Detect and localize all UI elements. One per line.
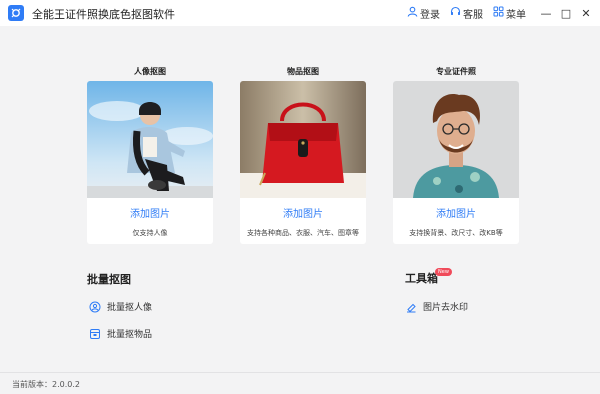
id-photo-add-image-button[interactable]: 添加图片 [393,205,519,220]
eraser-icon [405,301,417,313]
batch-object-button[interactable]: 批量抠物品 [89,327,152,340]
close-button[interactable]: ✕ [576,0,596,26]
headset-icon [450,6,463,20]
object-cutout-card[interactable]: 添加图片 支持各种商品、衣服、汽车、图章等 [240,81,366,244]
batch-object-label: 批量抠物品 [107,330,153,340]
portrait-cutout-card[interactable]: 添加图片 仅支持人像 [87,81,213,244]
service-button[interactable]: 客服 [450,6,483,21]
title-bar: 全能王证件照换底色抠图软件 登录 客服 菜单 — □ ✕ [0,0,600,26]
status-bar: 当前版本：2.0.0.2 [0,372,600,394]
remove-watermark-button[interactable]: 图片去水印 [405,300,468,313]
close-icon: ✕ [581,6,591,20]
user-icon [407,6,420,20]
maximize-button[interactable]: □ [556,0,576,26]
object-add-image-button[interactable]: 添加图片 [240,205,366,220]
red-handbag-photo [240,81,366,198]
version-text: 当前版本：2.0.0.2 [12,380,80,389]
portrait-cutout-heading: 人像抠图 [134,67,166,76]
minimize-button[interactable]: — [536,0,556,26]
box-icon [89,328,101,340]
object-cutout-heading: 物品抠图 [287,67,319,76]
menu-button[interactable]: 菜单 [493,6,526,21]
id-photo-card-description: 支持换背景、改尺寸、改KB等 [409,229,503,237]
id-photo-heading: 专业证件照 [436,67,476,76]
maximize-icon: □ [560,6,572,20]
app-title: 全能王证件照换底色抠图软件 [32,8,175,21]
titlebar-actions: 登录 客服 菜单 — □ ✕ [407,0,600,26]
remove-watermark-label: 图片去水印 [423,303,469,313]
app-logo-icon [8,5,24,21]
grid-icon [493,6,506,20]
batch-portrait-label: 批量抠人像 [107,303,153,313]
menu-label: 菜单 [506,9,526,21]
portrait-card-description: 仅支持人像 [132,229,168,237]
object-card-description: 支持各种商品、衣服、汽车、图章等 [247,229,359,237]
batch-cutout-title: 批量抠图 [87,273,131,286]
person-photo [87,81,213,198]
portrait-photo [393,81,519,198]
service-label: 客服 [463,9,483,21]
minimize-icon: — [540,6,552,20]
portrait-add-image-button[interactable]: 添加图片 [87,205,213,220]
batch-portrait-button[interactable]: 批量抠人像 [89,300,152,313]
new-badge: New [435,268,452,276]
id-photo-card[interactable]: 添加图片 支持换背景、改尺寸、改KB等 [393,81,519,244]
login-button[interactable]: 登录 [407,6,440,21]
login-label: 登录 [420,9,440,21]
toolbox-title: 工具箱 [405,272,438,285]
person-group-icon [89,301,101,313]
